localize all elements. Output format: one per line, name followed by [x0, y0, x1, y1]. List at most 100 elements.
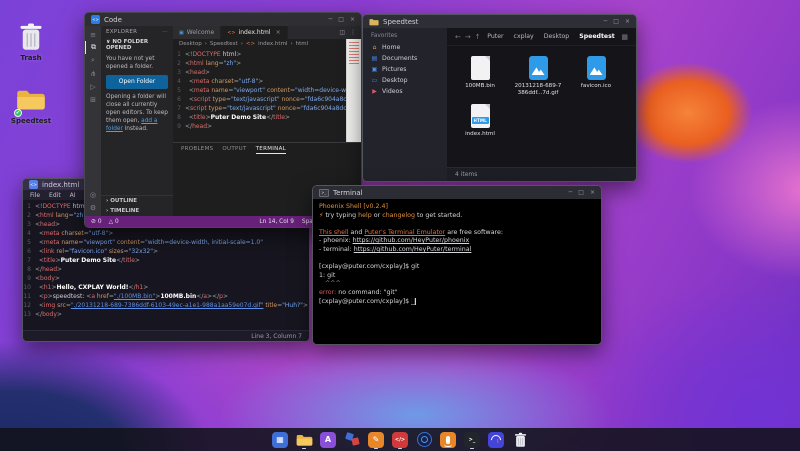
- minimap[interactable]: [346, 39, 361, 142]
- file-item[interactable]: 100MB.bin: [451, 52, 509, 96]
- up-icon[interactable]: ↑: [475, 33, 481, 41]
- code-line[interactable]: 11 <p>speedtest: <a href="./100MB.bin">1…: [23, 292, 309, 301]
- section-no-folder[interactable]: ∨ NO FOLDER OPENED: [101, 37, 173, 53]
- code-line[interactable]: 9<body>: [23, 274, 309, 283]
- breadcrumb-current[interactable]: Speedtest: [579, 33, 615, 40]
- terminal-line[interactable]: ^^^: [319, 280, 595, 289]
- terminal-output[interactable]: Phoenix Shell [v0.2.4]⚡ try typing help …: [313, 199, 601, 344]
- file-item[interactable]: 20131218-689-7386ddf...7d.gif: [509, 52, 567, 96]
- code-line[interactable]: 7 <title>Puter Demo Site</title>: [23, 256, 309, 265]
- code-line[interactable]: 5 <meta name="viewport" content="width=d…: [23, 238, 309, 247]
- code-line[interactable]: 12 <img src="./20131218-689-7386ddf-6103…: [23, 301, 309, 310]
- status-line-col[interactable]: Ln 14, Col 9: [259, 219, 294, 225]
- terminal-line[interactable]: - phoenix: https://github.com/HeyPuter/p…: [319, 237, 595, 246]
- trash-bin-icon[interactable]: [512, 430, 529, 449]
- vscode-code-area[interactable]: 1<!DOCTYPE html>2<html lang="zh">3<head>…: [173, 48, 361, 142]
- tab-close-icon[interactable]: ×: [276, 29, 281, 36]
- terminal-line[interactable]: [cxplay@puter.com/cxplay]$ ▊: [319, 298, 595, 307]
- editor-app-icon[interactable]: ✎: [368, 430, 385, 449]
- panel-tab-terminal[interactable]: TERMINAL: [256, 146, 286, 154]
- maximize-icon[interactable]: □: [338, 17, 344, 23]
- sidebar-item-desktop[interactable]: ▭Desktop: [363, 75, 447, 86]
- close-icon[interactable]: ×: [590, 190, 595, 196]
- panel-tab-output[interactable]: OUTPUT: [222, 146, 246, 154]
- split-editor-icon[interactable]: ◫: [339, 29, 345, 36]
- dev-center-icon[interactable]: [344, 430, 361, 449]
- terminal-line[interactable]: ⚡ try typing help or changelog to get st…: [319, 212, 595, 221]
- minimize-icon[interactable]: ─: [604, 19, 608, 25]
- extensions-icon[interactable]: ⊞: [85, 93, 101, 106]
- breadcrumb-desktop[interactable]: Desktop: [544, 33, 570, 40]
- breadcrumb-file[interactable]: index.html: [258, 41, 287, 47]
- terminal-line[interactable]: Phoenix Shell [v0.2.4]: [319, 203, 595, 212]
- breadcrumb-user[interactable]: cxplay: [514, 33, 534, 40]
- code-line[interactable]: 7<script type="text/javascript" nonce="f…: [173, 104, 361, 113]
- terminal-line[interactable]: 1: git: [319, 272, 595, 281]
- terminal-line[interactable]: [cxplay@puter.com/cxplay]$ git: [319, 263, 595, 272]
- view-grid-icon[interactable]: ▦: [621, 33, 628, 41]
- close-icon[interactable]: ×: [350, 17, 355, 23]
- code-line[interactable]: 4 <meta charset="utf-8">: [23, 229, 309, 238]
- menu-file[interactable]: File: [30, 192, 40, 199]
- settings-icon[interactable]: ⚙: [85, 201, 101, 214]
- code-line[interactable]: 4 <meta charset="utf-8">: [173, 77, 361, 86]
- sidebar-item-videos[interactable]: ▶Videos: [363, 86, 447, 97]
- menu-ai[interactable]: AI: [70, 192, 76, 199]
- code-line[interactable]: 8</head>: [23, 265, 309, 274]
- terminal-line[interactable]: This shell and Puter's Terminal Emulator…: [319, 229, 595, 238]
- breadcrumb-desktop[interactable]: Desktop: [179, 41, 202, 47]
- maximize-icon[interactable]: □: [578, 190, 584, 196]
- account-icon[interactable]: ◎: [85, 188, 101, 201]
- tab-welcome[interactable]: ▣ Welcome: [173, 26, 221, 39]
- forward-icon[interactable]: →: [465, 33, 471, 41]
- code-line[interactable]: 10 <h1>Hello, CXPLAY World!</h1>: [23, 283, 309, 292]
- code-line[interactable]: 1<!DOCTYPE html>: [173, 50, 361, 59]
- sidebar-item-home[interactable]: ⌂Home: [363, 42, 447, 53]
- terminal-line[interactable]: - terminal: https://github.com/HeyPuter/…: [319, 246, 595, 255]
- file-item[interactable]: favicon.ico: [567, 52, 625, 96]
- file-manager-titlebar[interactable]: Speedtest ─ □ ×: [363, 15, 636, 28]
- panel-tab-problems[interactable]: PROBLEMS: [181, 146, 213, 154]
- browser-icon[interactable]: [416, 430, 433, 449]
- back-icon[interactable]: ←: [455, 33, 461, 41]
- terminal-line[interactable]: [319, 255, 595, 264]
- desktop-icon-speedtest[interactable]: ✔ Speedtest: [6, 88, 56, 125]
- editor-more-icon[interactable]: ⋮: [350, 29, 356, 36]
- menu-edit[interactable]: Edit: [49, 192, 61, 199]
- terminal-line[interactable]: [319, 220, 595, 229]
- tab-index-html[interactable]: <> index.html ×: [221, 26, 287, 39]
- speedtest-app-icon[interactable]: [488, 430, 505, 449]
- source-control-icon[interactable]: ⋔: [85, 67, 101, 80]
- terminal-titlebar[interactable]: >_ Terminal ─ □ ×: [313, 186, 601, 199]
- code-line[interactable]: 6 <script type="text/javascript" nonce="…: [173, 95, 361, 104]
- more-actions-icon[interactable]: ⋯: [162, 29, 168, 35]
- code-line[interactable]: 6 <link rel="favicon.ico" sizes="32x32">: [23, 247, 309, 256]
- maximize-icon[interactable]: □: [613, 19, 619, 25]
- minimize-icon[interactable]: ─: [569, 190, 573, 196]
- files-app-icon[interactable]: [296, 430, 313, 449]
- section-timeline[interactable]: › TIMELINE: [101, 206, 173, 216]
- section-outline[interactable]: › OUTLINE: [101, 196, 173, 206]
- breadcrumb-speedtest[interactable]: Speedtest: [210, 41, 238, 47]
- open-folder-button[interactable]: Open Folder: [106, 75, 168, 89]
- recorder-icon[interactable]: [440, 430, 457, 449]
- code-line[interactable]: 9</head>: [173, 122, 361, 131]
- explorer-icon[interactable]: ⧉: [85, 41, 101, 54]
- desktop-icon-trash[interactable]: Trash: [6, 22, 56, 62]
- code-line[interactable]: 2<html lang="zh">: [173, 59, 361, 68]
- launcher-icon[interactable]: ▦: [272, 430, 289, 449]
- close-icon[interactable]: ×: [625, 19, 630, 25]
- file-item[interactable]: HTMLindex.html: [451, 100, 509, 138]
- terminal-line[interactable]: error: no command: "git": [319, 289, 595, 298]
- code-line[interactable]: 8 <title>Puter Demo Site</title>: [173, 113, 361, 122]
- menu-icon[interactable]: ≡: [85, 28, 101, 41]
- vscode-titlebar[interactable]: <> Code ─ □ ×: [85, 13, 361, 26]
- code-line[interactable]: 5 <meta name="viewport" content="width=d…: [173, 86, 361, 95]
- errors-icon[interactable]: ⊘: [91, 219, 96, 225]
- search-icon[interactable]: ⌕: [85, 54, 101, 67]
- code-app-icon[interactable]: </>: [392, 430, 409, 449]
- sidebar-item-pictures[interactable]: ▣Pictures: [363, 64, 447, 75]
- breadcrumb-symbol[interactable]: html: [296, 41, 309, 47]
- sidebar-item-documents[interactable]: ▤Documents: [363, 53, 447, 64]
- code-line[interactable]: 3<head>: [173, 68, 361, 77]
